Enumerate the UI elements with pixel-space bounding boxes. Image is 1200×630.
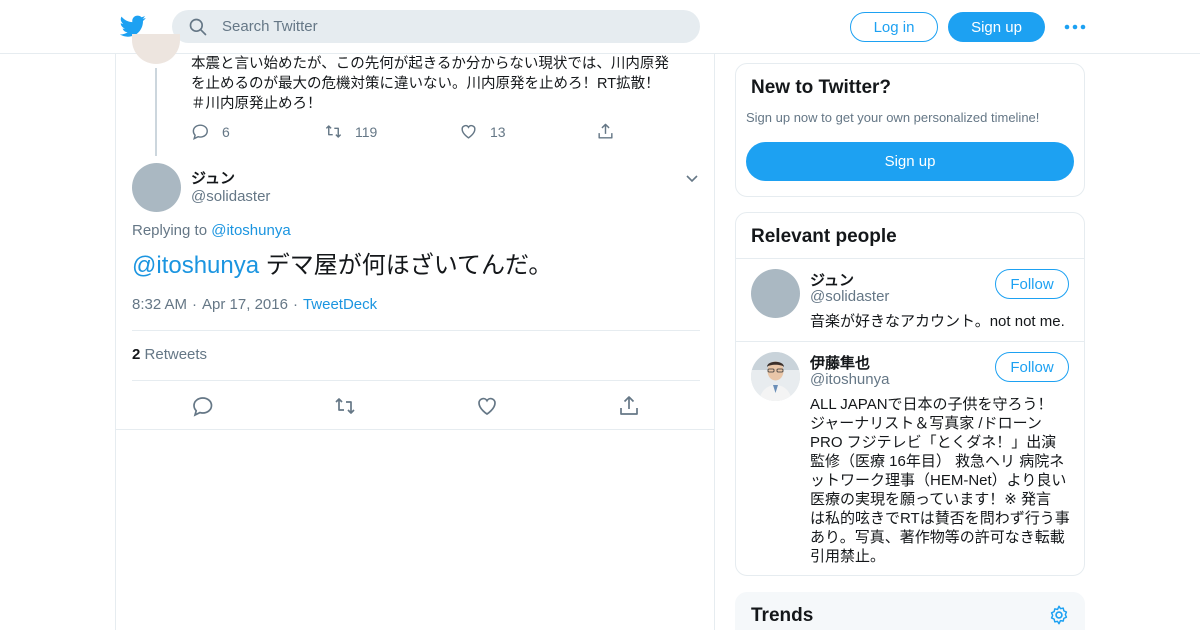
retweet-icon (325, 125, 342, 138)
tweet-text-line: 本震と言い始めたが、この先何が起きるか分からない現状では、川内原発 (191, 56, 669, 72)
person-item: 伊藤隼也 @itoshunya Follow ALL JAPANで日本の子供を守… (736, 342, 1084, 574)
main-column: 本震と言い始めたが、この先何が起きるか分からない現状では、川内原発 を止めるのが… (115, 34, 715, 630)
tweet-author-handle[interactable]: @solidaster (191, 188, 270, 205)
bio-line: 引用禁止。 (810, 548, 886, 565)
more-dots-icon[interactable] (1064, 18, 1086, 36)
avatar[interactable] (132, 34, 180, 64)
heart-icon[interactable] (475, 394, 499, 418)
person-name[interactable]: ジュン (810, 269, 854, 290)
bio-line: 医療の実現を願っています！※ 発言 (810, 491, 1051, 508)
person-bio: 音楽が好きなアカウント。not not me. (810, 312, 1076, 331)
like-count: 13 (490, 123, 506, 140)
follow-button[interactable]: Follow (995, 269, 1069, 299)
retweet-action[interactable]: 119 (324, 122, 377, 141)
tweet-time[interactable]: 8:32 AM (132, 296, 187, 313)
person-item: ジュン @solidaster Follow 音楽が好きなアカウント。not n… (736, 259, 1084, 341)
reply-icon (192, 124, 208, 140)
new-to-twitter-card: New to Twitter? Sign up now to get your … (735, 63, 1085, 197)
person-name[interactable]: 伊藤隼也 (810, 352, 870, 373)
chevron-down-icon[interactable] (684, 170, 700, 186)
retweet-stat-label: Retweets (144, 346, 208, 363)
tweet-author-name[interactable]: ジュン (191, 167, 235, 188)
replying-to-label: Replying to (132, 222, 208, 239)
profile-photo (751, 352, 800, 401)
tweet-body: デマ屋が何ほざいてんだ。 (259, 252, 553, 279)
signup-button[interactable]: Sign up (746, 142, 1074, 181)
divider (116, 429, 714, 430)
search-box[interactable] (172, 10, 700, 43)
retweet-icon[interactable] (333, 394, 357, 418)
tweet-date[interactable]: Apr 17, 2016 (202, 296, 288, 313)
search-icon (189, 18, 207, 36)
tweet-text-line: を止めるのが最大の危機対策に違いない。川内原発を止めろ！RT拡散！ (191, 76, 660, 92)
divider (132, 380, 700, 381)
retweet-count: 119 (355, 123, 378, 140)
person-handle[interactable]: @solidaster (810, 288, 889, 305)
bio-line: 監修（医療 16年目） 救急ヘリ 病院ネ (810, 453, 1065, 470)
tweet-meta: 8:32 AM · Apr 17, 2016 · TweetDeck (132, 296, 378, 313)
avatar[interactable] (751, 352, 800, 401)
trends-card: Trends (735, 592, 1085, 630)
card-subtitle: Sign up now to get your own personalized… (746, 110, 1040, 125)
bio-line: ALL JAPANで日本の子供を守ろう！ (810, 396, 1053, 413)
reply-action[interactable]: 6 (191, 122, 230, 141)
card-title: Trends (751, 605, 814, 626)
signup-button[interactable]: Sign up (948, 12, 1045, 42)
bio-line: ットワーク理事（HEM-Net）より良い (810, 472, 1067, 489)
bio-line: は私的呟きでRTは賛否を問わず行う事 (810, 510, 1070, 527)
person-handle[interactable]: @itoshunya (810, 371, 889, 388)
tweet-text-line: ＃川内原発止めろ！ (191, 96, 322, 112)
replying-to: Replying to @itoshunya (132, 222, 291, 239)
card-title: Relevant people (751, 226, 897, 247)
card-title: New to Twitter? (751, 77, 892, 98)
share-icon (598, 123, 613, 139)
thread-connector (155, 68, 157, 156)
person-bio: ALL JAPANで日本の子供を守ろう！ ジャーナリスト＆写真家 /ドローン P… (810, 395, 1076, 566)
reply-icon[interactable] (191, 394, 215, 418)
avatar[interactable] (751, 269, 800, 318)
like-action[interactable]: 13 (459, 122, 506, 141)
tweet-actions (116, 394, 714, 430)
follow-button[interactable]: Follow (995, 352, 1069, 382)
previous-tweet-actions: 6 119 13 (191, 122, 711, 146)
bio-line: あり。写真、著作物等の許可なき転載 (810, 529, 1065, 546)
bio-line: PRO フジテレビ「とくダネ！」出演 (810, 434, 1057, 451)
tweet-text: @itoshunya デマ屋が何ほざいてんだ。 (132, 250, 552, 282)
retweet-stats[interactable]: 2 Retweets (132, 346, 207, 363)
login-button[interactable]: Log in (850, 12, 938, 42)
bio-line: 音楽が好きなアカウント。not not me. (810, 313, 1065, 330)
reply-count: 6 (222, 123, 230, 140)
top-bar: Log in Sign up (0, 0, 1200, 54)
search-input[interactable] (222, 10, 682, 43)
share-icon[interactable] (617, 394, 641, 418)
retweet-total: 2 (132, 346, 141, 363)
heart-icon (461, 124, 476, 139)
replying-to-link[interactable]: @itoshunya (211, 222, 290, 239)
avatar[interactable] (132, 163, 181, 212)
divider (132, 330, 700, 331)
gear-icon[interactable] (1048, 604, 1070, 626)
share-action[interactable] (596, 122, 615, 141)
mention-link[interactable]: @itoshunya (132, 252, 259, 279)
previous-tweet-text: 本震と言い始めたが、この先何が起きるか分からない現状では、川内原発 を止めるのが… (191, 54, 711, 114)
tweet-source-link[interactable]: TweetDeck (303, 296, 377, 313)
relevant-people-card: Relevant people ジュン @solidaster Follow 音… (735, 212, 1085, 576)
bio-line: ジャーナリスト＆写真家 /ドローン (810, 415, 1042, 432)
